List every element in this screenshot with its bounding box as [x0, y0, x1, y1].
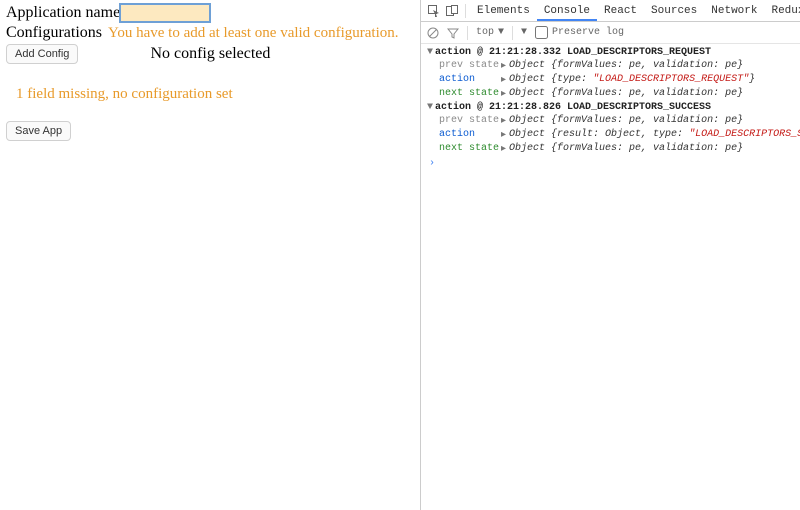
log-row[interactable]: next state▸Object {formValues: pe, valid…	[421, 87, 800, 101]
console-log[interactable]: ▼action @ 21:21:28.332 LOAD_DESCRIPTORS_…	[421, 44, 800, 510]
log-row-label: action	[439, 74, 501, 85]
execution-context-dropdown[interactable]: top ▼	[476, 27, 504, 38]
app-form: Application name Configurations You have…	[0, 0, 420, 510]
log-row-label: prev state	[439, 115, 501, 126]
toolbar-separator	[512, 26, 513, 40]
filter-icon[interactable]	[447, 27, 459, 39]
log-action-header[interactable]: ▼action @ 21:21:28.826 LOAD_DESCRIPTORS_…	[421, 101, 800, 114]
tab-redux[interactable]: Redux	[764, 1, 800, 21]
tab-separator	[465, 4, 466, 18]
preserve-log-toggle[interactable]: Preserve log	[535, 26, 624, 39]
log-object: Object {type: "LOAD_DESCRIPTORS_REQUEST"…	[509, 74, 755, 85]
devtools-panel: ElementsConsoleReactSourcesNetworkReduxT…	[420, 0, 800, 510]
log-row[interactable]: prev state▸Object {formValues: pe, valid…	[421, 114, 800, 128]
expand-triangle-icon[interactable]: ▸	[501, 60, 506, 72]
log-level-dropdown[interactable]: ▼	[521, 27, 527, 38]
log-header-text: action @ 21:21:28.332 LOAD_DESCRIPTORS_R…	[435, 47, 711, 58]
console-toolbar: top ▼ ▼ Preserve log	[421, 22, 800, 44]
form-missing-message: 1 field missing, no configuration set	[16, 86, 414, 103]
log-row[interactable]: next state▸Object {formValues: pe, valid…	[421, 142, 800, 156]
log-object: Object {formValues: pe, validation: pe}	[509, 88, 743, 99]
tab-network[interactable]: Network	[704, 1, 764, 21]
clear-console-icon[interactable]	[427, 27, 439, 39]
tab-elements[interactable]: Elements	[470, 1, 537, 21]
configurations-label: Configurations	[6, 24, 102, 42]
inspect-icon[interactable]	[425, 5, 443, 17]
configurations-warning: You have to add at least one valid confi…	[108, 25, 399, 42]
preserve-log-checkbox[interactable]	[535, 26, 548, 39]
disclosure-triangle-icon[interactable]: ▼	[425, 47, 435, 58]
chevron-down-icon: ▼	[521, 27, 527, 38]
tab-sources[interactable]: Sources	[644, 1, 704, 21]
expand-triangle-icon[interactable]: ▸	[501, 129, 506, 141]
execution-context-label: top	[476, 27, 494, 38]
toolbar-separator	[467, 26, 468, 40]
tab-react[interactable]: React	[597, 1, 644, 21]
preserve-log-label: Preserve log	[552, 27, 624, 38]
expand-triangle-icon[interactable]: ▸	[501, 143, 506, 155]
log-object: Object {formValues: pe, validation: pe}	[509, 143, 743, 154]
expand-triangle-icon[interactable]: ▸	[501, 74, 506, 86]
tab-console[interactable]: Console	[537, 1, 597, 21]
save-app-button[interactable]: Save App	[6, 121, 71, 141]
device-icon[interactable]	[443, 5, 461, 17]
log-row-label: prev state	[439, 60, 501, 71]
log-object: Object {formValues: pe, validation: pe}	[509, 60, 743, 71]
app-name-input[interactable]	[120, 4, 210, 22]
add-config-button[interactable]: Add Config	[6, 44, 78, 64]
expand-triangle-icon[interactable]: ▸	[501, 88, 506, 100]
log-row-label: next state	[439, 143, 501, 154]
log-row[interactable]: action▸Object {result: Object, type: "LO…	[421, 128, 800, 142]
devtools-tabstrip: ElementsConsoleReactSourcesNetworkReduxT…	[421, 0, 800, 22]
log-row[interactable]: prev state▸Object {formValues: pe, valid…	[421, 59, 800, 73]
log-action-header[interactable]: ▼action @ 21:21:28.332 LOAD_DESCRIPTORS_…	[421, 46, 800, 59]
log-object: Object {formValues: pe, validation: pe}	[509, 115, 743, 126]
log-object: Object {result: Object, type: "LOAD_DESC…	[509, 129, 800, 140]
app-name-label: Application name	[6, 4, 120, 22]
log-row-label: next state	[439, 88, 501, 99]
log-row[interactable]: action▸Object {type: "LOAD_DESCRIPTORS_R…	[421, 73, 800, 87]
disclosure-triangle-icon[interactable]: ▼	[425, 102, 435, 113]
no-config-text: No config selected	[150, 45, 270, 63]
log-header-text: action @ 21:21:28.826 LOAD_DESCRIPTORS_S…	[435, 102, 711, 113]
console-prompt[interactable]: ›	[421, 156, 800, 171]
log-row-label: action	[439, 129, 501, 140]
chevron-down-icon: ▼	[498, 27, 504, 38]
expand-triangle-icon[interactable]: ▸	[501, 115, 506, 127]
